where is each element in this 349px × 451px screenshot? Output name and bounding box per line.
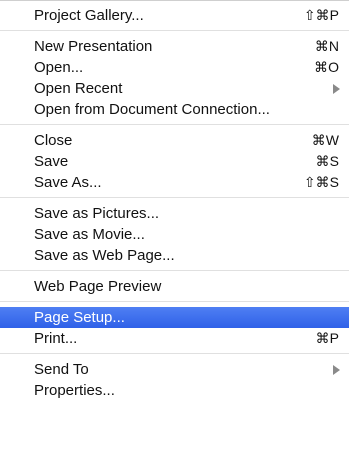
menu-item-label: Print... (34, 330, 78, 347)
menu-item-close[interactable]: Close ⌘W (0, 130, 349, 151)
menu-item-save-as-web-page[interactable]: Save as Web Page... (0, 245, 349, 266)
menu-item-save-as[interactable]: Save As... ⇧⌘S (0, 172, 349, 193)
menu-item-send-to[interactable]: Send To (0, 359, 349, 380)
menu-separator (0, 30, 349, 31)
menu-item-shortcut: ⇧⌘P (303, 7, 339, 23)
menu-item-page-setup[interactable]: Page Setup... (0, 307, 349, 328)
menu-separator (0, 124, 349, 125)
menu-item-shortcut: ⌘N (314, 38, 339, 54)
menu-item-label: Save as Pictures... (34, 205, 160, 222)
menu-item-label: Close (34, 132, 73, 149)
menu-item-open[interactable]: Open... ⌘O (0, 57, 349, 78)
menu-separator (0, 353, 349, 354)
submenu-arrow-icon (333, 84, 340, 94)
menu-separator (0, 197, 349, 198)
menu-item-properties[interactable]: Properties... (0, 380, 349, 401)
menu-item-save[interactable]: Save ⌘S (0, 151, 349, 172)
menu-item-label: Save as Movie... (34, 226, 145, 243)
menu-item-shortcut: ⌘O (314, 59, 339, 75)
submenu-arrow-icon (333, 365, 340, 375)
menu-item-label: Save (34, 153, 69, 170)
menu-item-label: Web Page Preview (34, 278, 162, 295)
menu-separator (0, 301, 349, 302)
menu-item-shortcut: ⌘W (311, 132, 339, 148)
file-menu: Project Gallery... ⇧⌘P New Presentation ⌘N O… (0, 0, 349, 451)
menu-item-open-recent[interactable]: Open Recent (0, 78, 349, 99)
menu-item-print[interactable]: Print... ⌘P (0, 328, 349, 349)
menu-item-label: Save As... (34, 174, 102, 191)
menu-item-label: Properties... (34, 382, 115, 399)
menu-item-label: Open Recent (34, 80, 123, 97)
menu-item-shortcut: ⇧⌘S (303, 174, 339, 190)
menu-item-label: Project Gallery... (34, 7, 144, 24)
menu-item-project-gallery[interactable]: Project Gallery... ⇧⌘P (0, 5, 349, 26)
menu-item-new-presentation[interactable]: New Presentation ⌘N (0, 36, 349, 57)
menu-item-label: Send To (34, 361, 89, 378)
menu-item-save-as-pictures[interactable]: Save as Pictures... (0, 203, 349, 224)
menu-item-shortcut: ⌘P (315, 330, 339, 346)
menu-item-label: Page Setup... (34, 309, 125, 326)
menu-item-shortcut: ⌘S (315, 153, 339, 169)
menu-item-label: Open... (34, 59, 84, 76)
menu-item-label: New Presentation (34, 38, 153, 55)
menu-item-open-from-document-connection[interactable]: Open from Document Connection... (0, 99, 349, 120)
menu-item-web-page-preview[interactable]: Web Page Preview (0, 276, 349, 297)
menu-item-save-as-movie[interactable]: Save as Movie... (0, 224, 349, 245)
menu-separator (0, 270, 349, 271)
menu-item-label: Open from Document Connection... (34, 101, 270, 118)
menu-item-label: Save as Web Page... (34, 247, 175, 264)
